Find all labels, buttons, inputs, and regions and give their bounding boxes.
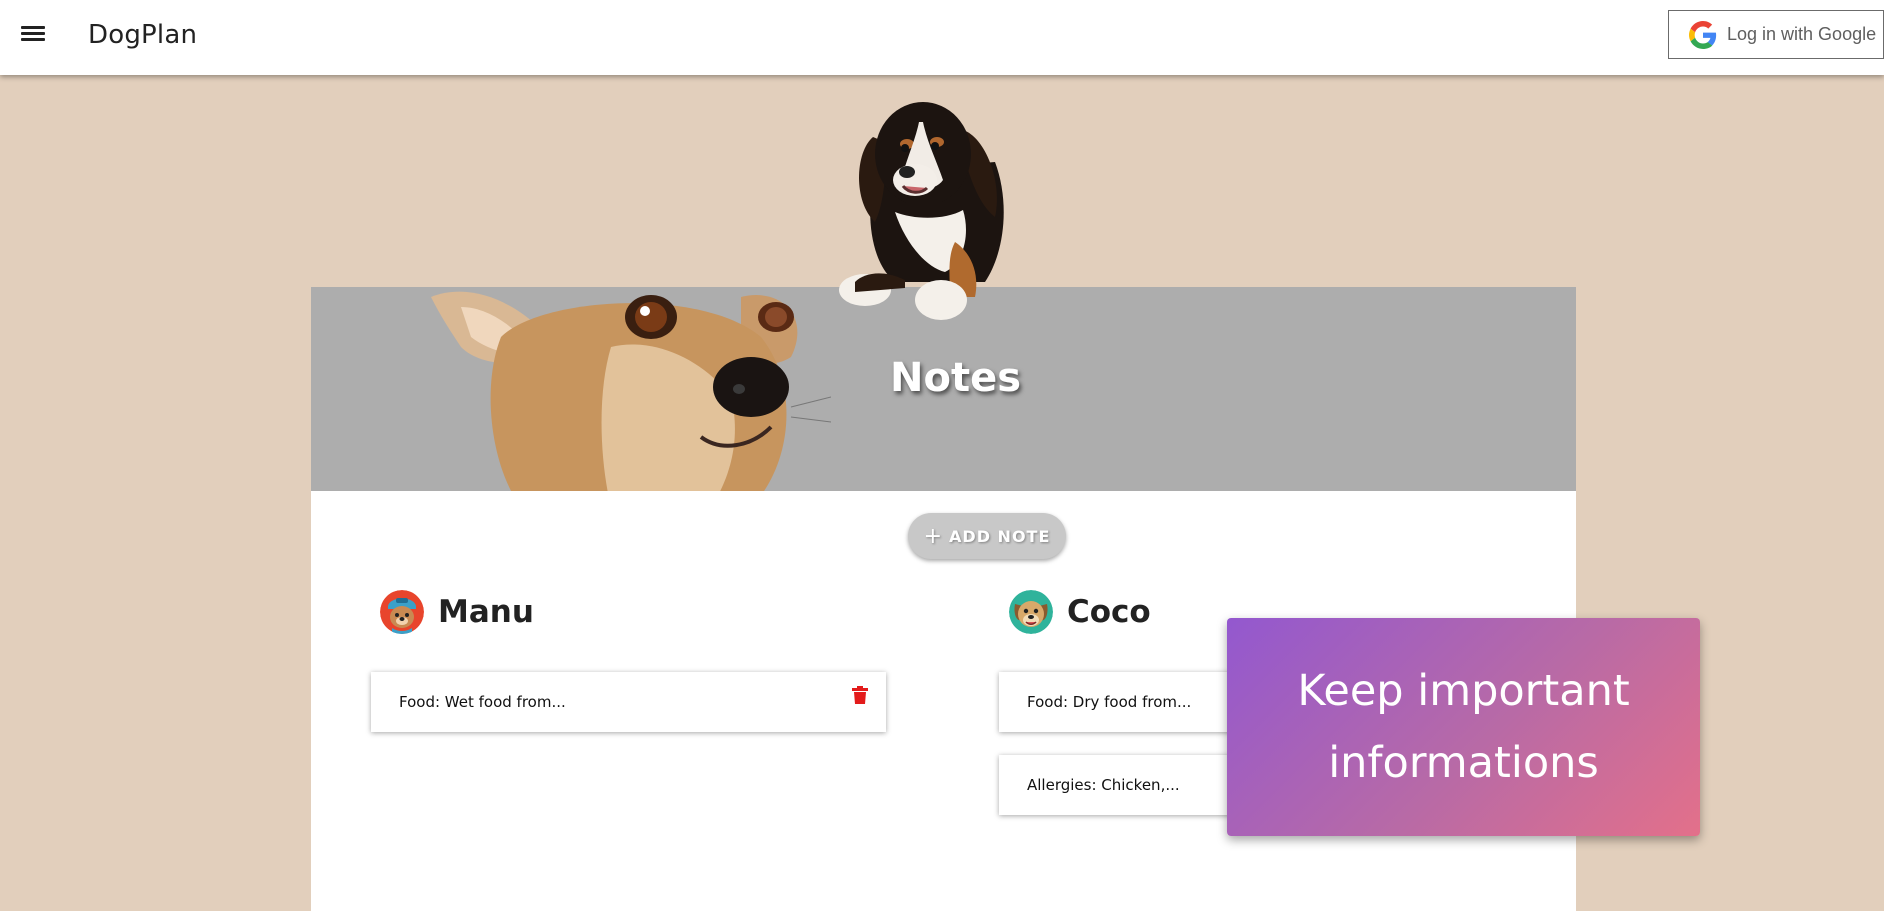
note-card[interactable]: Food: Wet food from... [371,672,886,732]
google-login-label: Log in with Google [1727,24,1877,44]
dog-name: Coco [1067,594,1151,630]
dog-header-coco: Coco [1009,590,1151,634]
note-text: Food: Wet food from... [399,693,566,711]
dog-avatar-cap-icon [380,590,424,634]
dog-header-manu: Manu [380,590,534,634]
note-text: Food: Dry food from... [1027,693,1192,711]
dog-name: Manu [438,594,534,630]
note-text: Allergies: Chicken,... [1027,776,1180,794]
bernese-puppy-image [839,102,1004,320]
promo-text: Keep important informations [1297,655,1629,799]
promo-line-1: Keep important [1297,666,1630,716]
promo-banner: Keep important informations [1227,618,1700,836]
add-note-label: ADD NOTE [949,526,1051,546]
hamburger-menu-icon[interactable] [18,22,48,52]
google-g-icon [1689,20,1717,49]
add-note-button[interactable]: + ADD NOTE [908,513,1066,559]
app-bar: DogPlan Log in with Google [0,0,1884,75]
promo-line-2: informations [1328,738,1599,788]
dog-image-partial [555,899,625,911]
dog-avatar-smile-icon [1009,590,1053,634]
app-brand[interactable]: DogPlan [88,20,197,50]
trash-icon[interactable] [852,686,868,704]
plus-icon: + [923,523,944,549]
page-title: Notes [889,355,1021,401]
google-login-button[interactable]: Log in with Google [1668,10,1884,59]
